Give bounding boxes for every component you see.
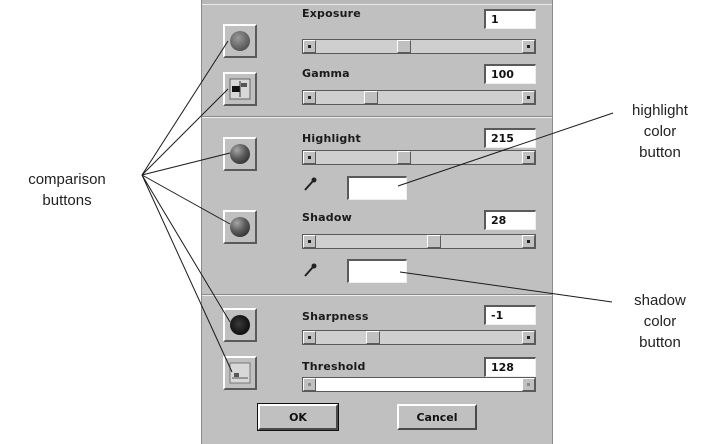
caption-line: color (643, 313, 677, 330)
caption-line: buttons (42, 192, 92, 209)
caption-line: button (639, 334, 681, 351)
callout-line (141, 40, 229, 176)
caption-line: button (639, 144, 681, 161)
shadow-callout-line (399, 271, 613, 303)
callout-line (141, 174, 231, 225)
caption-line: color (643, 123, 677, 140)
callout-line (141, 174, 231, 323)
caption-line: comparison (28, 171, 106, 188)
callout-lines (141, 40, 614, 373)
callout-line (141, 88, 229, 176)
caption-line: highlight (632, 102, 688, 119)
caption-line: shadow (634, 292, 686, 309)
highlight-callout-line (397, 112, 614, 187)
comparison-buttons-caption: comparison buttons (0, 169, 134, 211)
shadow-color-button-caption: shadow color button (612, 290, 708, 353)
callout-line (141, 152, 231, 176)
callout-line (141, 174, 233, 373)
highlight-color-button-caption: highlight color button (612, 100, 708, 163)
